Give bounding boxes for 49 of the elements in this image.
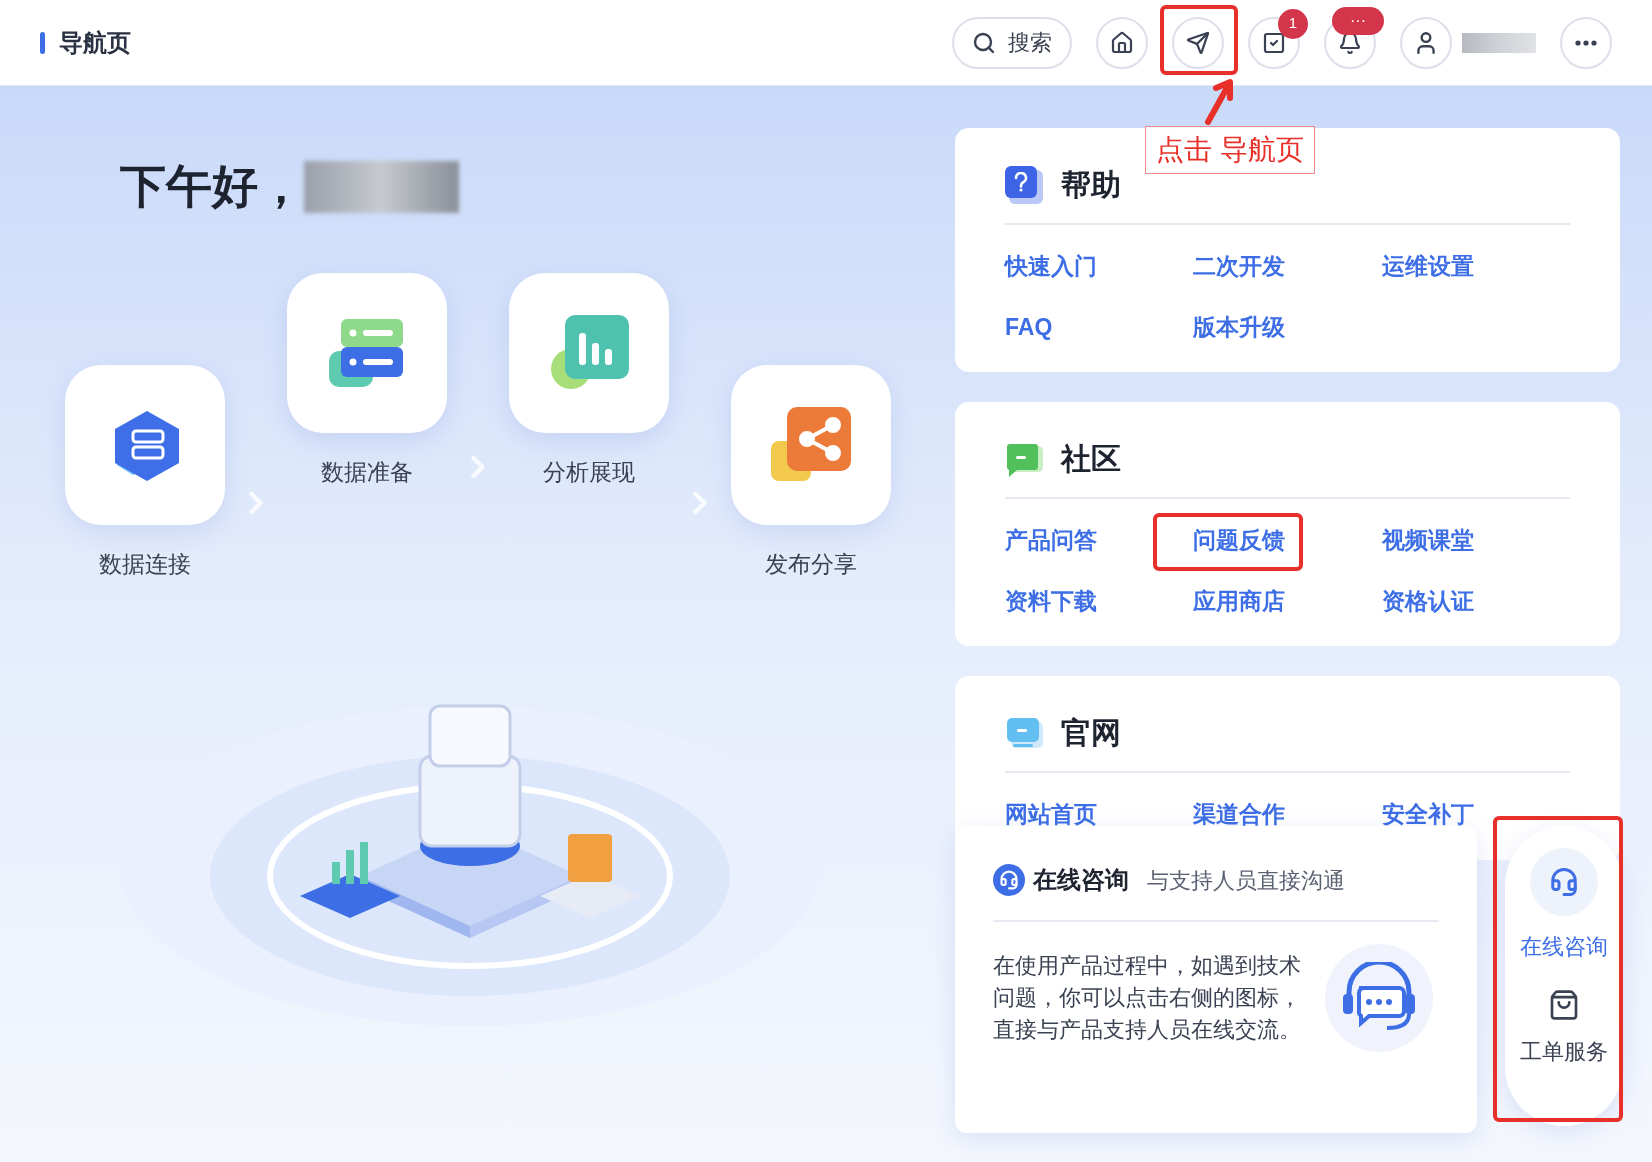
section-link[interactable]: 二次开发 [1193,253,1286,279]
step-tile[interactable] [287,273,447,433]
help-icon [1005,165,1043,204]
side-menu-item[interactable]: 在线咨询 [1520,848,1608,963]
home-button[interactable] [1096,16,1148,69]
section-link[interactable]: 运维设置 [1381,253,1474,279]
title-accent-bar [40,31,45,54]
annotation-label: 点击 导航页 [1145,126,1315,174]
section-link[interactable]: 资料下载 [1005,587,1097,614]
section-link[interactable]: 问题反馈 [1193,527,1286,553]
step-tile[interactable] [509,273,669,433]
greeting: 下午好， [120,159,304,214]
step-tile[interactable] [65,365,225,525]
more-button[interactable] [1560,16,1612,69]
section-link[interactable]: 版本升级 [1193,313,1286,340]
side-menu-item[interactable]: 工单服务 [1520,989,1608,1068]
section-link[interactable]: 网站首页 [1005,801,1097,827]
search-button[interactable]: 搜索 [952,16,1072,69]
send-button[interactable] [1172,16,1224,69]
section-link[interactable]: 视频课堂 [1381,527,1474,553]
bag-icon [1548,989,1580,1021]
page-title: 导航页 [59,27,131,58]
checkbox-icon [1262,30,1286,55]
count-badge: 1 [1278,8,1308,39]
section-link[interactable]: 应用商店 [1193,587,1286,614]
paper-plane-icon [1186,30,1210,55]
section-link[interactable]: 快速入门 [1005,253,1097,279]
section-link[interactable]: 渠道合作 [1193,801,1286,827]
step-label: 数据连接 [99,550,191,579]
section-title: 社区 [1061,441,1121,477]
user-button[interactable] [1400,16,1452,69]
consult-title: 在线咨询 [1033,865,1129,895]
more-icon [1575,39,1597,46]
section-title: 帮助 [1061,167,1121,203]
section-link[interactable]: 产品问答 [1005,527,1097,553]
consult-description: 在使用产品过程中，如遇到技术问题，你可以点击右侧的图标，直接与产品支持人员在线交流。 [993,952,1302,1044]
consult-subtitle: 与支持人员直接沟通 [1147,866,1345,895]
notification-badge: ··· [1332,6,1384,35]
house-icon [1110,30,1134,55]
section-link[interactable]: 资格认证 [1381,587,1474,614]
section-title: 官网 [1061,715,1121,751]
step-label: 发布分享 [765,550,857,579]
step-label: 数据准备 [321,458,413,487]
section-link[interactable]: FAQ [1005,313,1053,340]
step-tile[interactable] [731,365,891,525]
step-label: 分析展现 [543,458,635,487]
search-icon [972,30,996,55]
section-link[interactable]: 安全补丁 [1381,801,1474,827]
headset-icon [993,864,1025,896]
